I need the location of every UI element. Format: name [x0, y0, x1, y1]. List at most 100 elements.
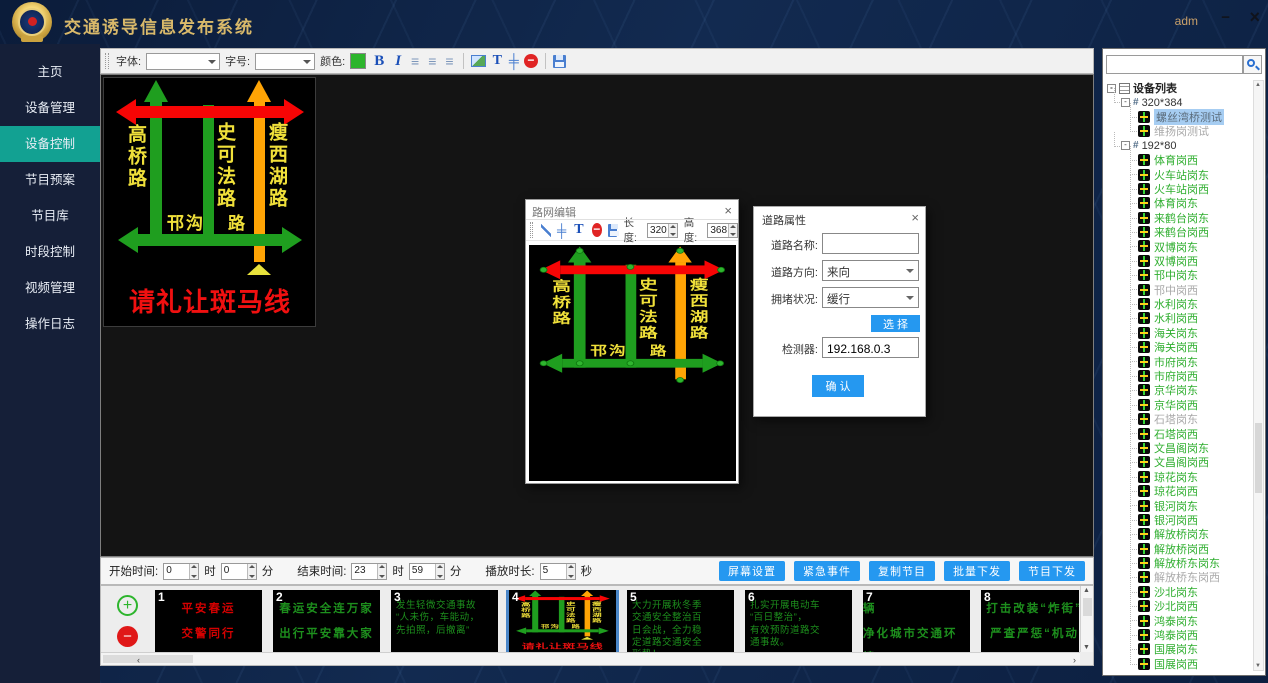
action-button[interactable]: 紧急事件	[794, 561, 860, 581]
device-group[interactable]: -#192*80	[1105, 139, 1252, 153]
device-tree-item[interactable]: 石塔岗西	[1105, 426, 1252, 440]
size-select[interactable]	[255, 53, 315, 70]
align-right-icon[interactable]: ≡	[443, 53, 455, 69]
spinner[interactable]	[668, 224, 677, 237]
sidebar-item[interactable]: 节目库	[0, 198, 100, 234]
device-tree-item[interactable]: 琼花岗西	[1105, 484, 1252, 498]
color-swatch[interactable]	[350, 53, 366, 69]
device-tree-item[interactable]: 螺丝湾桥测试	[1105, 110, 1252, 124]
end-hour-input[interactable]: 23	[351, 563, 387, 580]
spinner[interactable]	[247, 564, 256, 579]
tree-root[interactable]: -设备列表	[1105, 81, 1252, 95]
device-tree-item[interactable]: 解放桥东岗东	[1105, 556, 1252, 570]
device-search-input[interactable]	[1106, 55, 1243, 74]
edit-handle[interactable]	[716, 360, 724, 366]
road-name-input[interactable]	[822, 233, 919, 254]
edit-handle[interactable]	[627, 360, 635, 366]
dialog-titlebar[interactable]: 路网编辑 ×	[526, 200, 738, 220]
scroll-down-icon[interactable]: ▼	[1255, 663, 1261, 669]
sidebar-item[interactable]: 主页	[0, 54, 100, 90]
delete-icon[interactable]: −	[592, 223, 602, 237]
image-icon[interactable]	[471, 55, 486, 67]
close-icon[interactable]: ×	[1249, 7, 1260, 28]
spinner[interactable]	[728, 224, 737, 237]
draw-line-icon[interactable]	[541, 224, 551, 237]
device-tree-item[interactable]: 市府岗东	[1105, 354, 1252, 368]
text-tool-icon[interactable]: T	[491, 53, 504, 69]
playlist-item[interactable]: 大力开展秋冬季交通安全整治百日会战，全力稳定道路交通安全形势！5	[627, 590, 734, 653]
scroll-down-icon[interactable]: ▼	[1083, 644, 1090, 651]
save-icon[interactable]	[553, 55, 566, 68]
start-hour-input[interactable]: 0	[163, 563, 199, 580]
device-tree-item[interactable]: 解放桥东岗西	[1105, 570, 1252, 584]
device-tree-item[interactable]: 海关岗东	[1105, 326, 1252, 340]
playlist-item[interactable]: 依法治理非标车辆净化城市交通环境7	[863, 590, 970, 653]
sign-preview[interactable]: 高桥路史可法路瘦西湖路邗沟路请礼让斑马线	[103, 77, 316, 327]
playlist-item[interactable]: 发生轻微交通事故“人未伤，车能动，先拍照，后撤离”3	[391, 590, 498, 653]
device-tree-item[interactable]: 邗中岗西	[1105, 282, 1252, 296]
road-network-canvas[interactable]: 高桥路史可法路瘦西湖路邗沟路	[529, 245, 736, 481]
playlist-item[interactable]: 扎实开展电动车“百日整治”，有效预防道路交通事故。6	[745, 590, 852, 653]
device-tree-item[interactable]: 银河岗西	[1105, 513, 1252, 527]
device-tree-item[interactable]: 琼花岗东	[1105, 470, 1252, 484]
device-tree-item[interactable]: 市府岗西	[1105, 369, 1252, 383]
bold-button[interactable]: B	[371, 53, 387, 70]
device-tree-item[interactable]: 沙北岗东	[1105, 585, 1252, 599]
action-button[interactable]: 复制节目	[869, 561, 935, 581]
playlist-item[interactable]: 高桥路史可法路瘦西湖路邗沟路请礼让斑马线4	[509, 590, 616, 653]
edit-handle[interactable]	[676, 377, 684, 383]
action-button[interactable]: 批量下发	[944, 561, 1010, 581]
edit-handle[interactable]	[676, 248, 684, 254]
device-tree-item[interactable]: 来鹤台岗西	[1105, 225, 1252, 239]
playlist-vertical-scrollbar[interactable]: ▲ ▼	[1080, 586, 1093, 652]
edit-handle[interactable]	[576, 248, 584, 254]
device-tree-item[interactable]: 海关岗西	[1105, 340, 1252, 354]
spinner[interactable]	[566, 564, 575, 579]
device-tree-item[interactable]: 京华岗东	[1105, 383, 1252, 397]
collapse-icon[interactable]: -	[1121, 141, 1130, 150]
road-direction-select[interactable]: 来向	[822, 260, 919, 281]
detector-input[interactable]	[822, 337, 919, 358]
duration-input[interactable]: 5	[540, 563, 576, 580]
action-button[interactable]: 屏幕设置	[719, 561, 785, 581]
confirm-button[interactable]: 确 认	[812, 375, 864, 397]
road-tool-icon[interactable]: ╪	[509, 53, 519, 69]
device-tree-item[interactable]: 水利岗东	[1105, 297, 1252, 311]
device-tree-item[interactable]: 维扬岗测试	[1105, 124, 1252, 138]
playlist-item[interactable]: 春运安全连万家出行平安靠大家2	[273, 590, 380, 653]
device-tree-item[interactable]: 火车站岗西	[1105, 182, 1252, 196]
scroll-right-icon[interactable]: ›	[1073, 655, 1076, 665]
scrollbar-thumb[interactable]	[103, 655, 193, 663]
device-tree-item[interactable]: 鸿泰岗西	[1105, 628, 1252, 642]
length-input[interactable]: 320	[647, 223, 678, 238]
align-center-icon[interactable]: ≡	[426, 53, 438, 69]
edit-handle[interactable]	[540, 267, 548, 273]
sidebar-item[interactable]: 设备控制	[0, 126, 100, 162]
device-tree-item[interactable]: 文昌阁岗东	[1105, 441, 1252, 455]
spinner[interactable]	[189, 564, 198, 579]
device-tree-item[interactable]: 双博岗东	[1105, 239, 1252, 253]
minimize-icon[interactable]: −	[1221, 9, 1230, 26]
close-icon[interactable]: ×	[911, 210, 919, 225]
scroll-up-icon[interactable]: ▲	[1083, 587, 1090, 594]
save-icon[interactable]	[608, 224, 618, 237]
edit-handle[interactable]	[717, 267, 725, 273]
device-tree-item[interactable]: 鸿泰岗东	[1105, 613, 1252, 627]
dialog-titlebar[interactable]: 道路属性 ×	[754, 207, 925, 227]
congestion-select[interactable]: 缓行	[822, 287, 919, 308]
device-tree-item[interactable]: 体育岗西	[1105, 153, 1252, 167]
road-tool-icon[interactable]: ╪	[557, 223, 566, 238]
device-tree-item[interactable]: 国展岗西	[1105, 657, 1252, 671]
device-tree-item[interactable]: 水利岗西	[1105, 311, 1252, 325]
edit-handle[interactable]	[540, 360, 548, 366]
sidebar-item[interactable]: 时段控制	[0, 234, 100, 270]
playlist-horizontal-scrollbar[interactable]: ‹ ›	[101, 652, 1080, 665]
device-tree-item[interactable]: 解放桥岗西	[1105, 542, 1252, 556]
select-button[interactable]: 选 择	[871, 315, 920, 332]
device-tree-item[interactable]: 体育岗东	[1105, 196, 1252, 210]
device-tree-item[interactable]: 文昌阁岗西	[1105, 455, 1252, 469]
delete-icon[interactable]: −	[524, 54, 538, 68]
tree-scrollbar[interactable]: ▲ ▼	[1253, 80, 1264, 671]
device-tree-item[interactable]: 邗中岗东	[1105, 268, 1252, 282]
close-icon[interactable]: ×	[724, 203, 732, 218]
